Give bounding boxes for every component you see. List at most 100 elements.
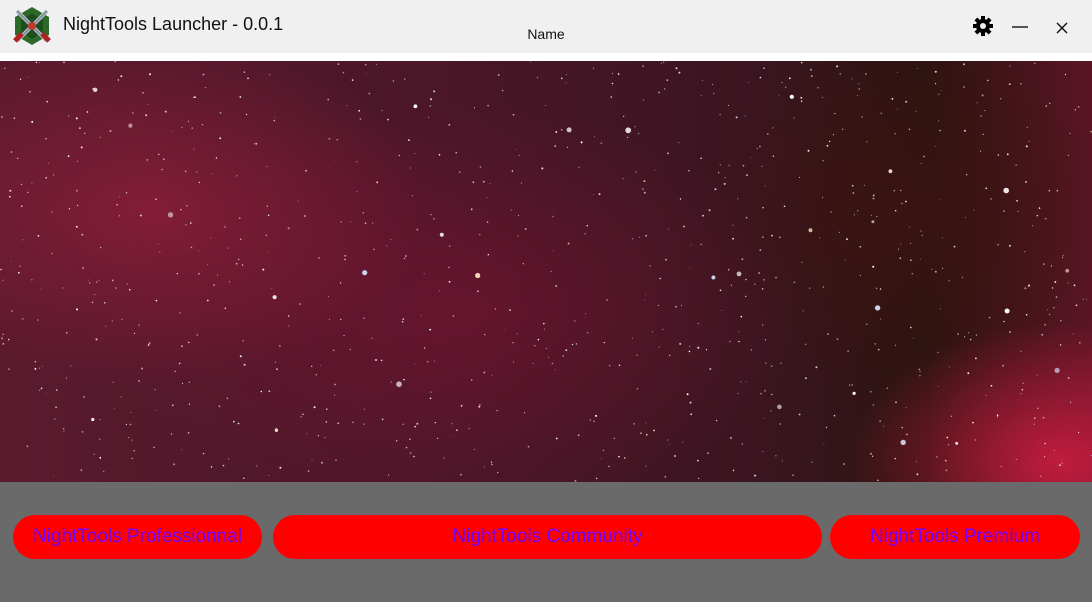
star [894, 133, 896, 135]
star [38, 389, 41, 392]
star [668, 444, 670, 446]
star [436, 437, 439, 440]
star [532, 362, 534, 364]
star [1067, 282, 1069, 284]
star [610, 96, 612, 98]
star [103, 470, 105, 472]
star [975, 357, 977, 360]
star [524, 412, 526, 414]
star [947, 444, 950, 446]
star [554, 145, 556, 147]
star [1, 337, 3, 340]
star [891, 98, 894, 100]
star [267, 214, 270, 217]
star [1020, 83, 1022, 85]
star [859, 274, 862, 277]
star [916, 473, 919, 476]
star [31, 279, 33, 281]
star [185, 224, 187, 226]
star [822, 196, 824, 198]
star [287, 315, 290, 317]
star [1033, 423, 1035, 425]
star [678, 71, 681, 74]
star [698, 477, 700, 479]
star [424, 347, 426, 349]
star [2, 343, 5, 345]
star [834, 112, 836, 115]
star [764, 390, 766, 392]
star [872, 455, 874, 457]
star [1042, 416, 1045, 419]
star [683, 225, 685, 228]
star [886, 387, 888, 389]
star [893, 189, 896, 192]
star [300, 416, 302, 418]
star [243, 477, 245, 480]
star [537, 338, 540, 341]
gear-icon [967, 10, 999, 42]
star [89, 282, 91, 284]
star [700, 243, 702, 246]
star [770, 410, 772, 412]
star [645, 234, 647, 237]
star [545, 347, 547, 349]
star [595, 414, 598, 417]
star [808, 228, 813, 233]
star [1064, 73, 1067, 76]
star [363, 317, 365, 319]
star [513, 361, 514, 363]
star [866, 141, 868, 143]
star [690, 244, 692, 246]
star [429, 328, 432, 331]
star [483, 466, 485, 468]
star [470, 208, 473, 211]
star [402, 318, 405, 320]
star [38, 367, 40, 369]
star [268, 474, 270, 476]
star [750, 349, 752, 351]
star [555, 369, 556, 371]
star [945, 469, 948, 472]
star [212, 173, 214, 174]
star [964, 336, 966, 338]
community-button[interactable]: NightTools Community [273, 515, 822, 559]
star [313, 406, 316, 409]
star [342, 71, 345, 74]
star [19, 78, 22, 80]
star [965, 217, 966, 218]
star [420, 314, 422, 316]
star [2, 333, 4, 335]
premium-button[interactable]: NightTools Premium [830, 515, 1080, 559]
star [552, 250, 554, 252]
star [193, 96, 195, 98]
professional-button[interactable]: NightTools Professionnal [13, 515, 262, 559]
settings-button[interactable] [967, 10, 999, 42]
minimize-button[interactable] [1004, 10, 1036, 42]
star [413, 455, 415, 458]
close-button[interactable] [1046, 10, 1078, 42]
star [414, 364, 416, 365]
star [976, 102, 978, 104]
star [34, 360, 37, 363]
launcher-panel: NightTools Professionnal NightTools Comm… [0, 482, 1092, 602]
star [187, 120, 189, 122]
star [1015, 458, 1017, 460]
star [46, 100, 49, 103]
star [822, 159, 824, 162]
star [184, 170, 187, 173]
star [1016, 199, 1018, 202]
star [178, 362, 181, 365]
star [128, 123, 133, 128]
star [765, 362, 767, 364]
star [997, 416, 998, 418]
star [118, 196, 120, 198]
star [103, 301, 106, 304]
star [188, 341, 190, 344]
star [390, 381, 392, 383]
star [823, 443, 825, 445]
star [430, 214, 432, 216]
star [128, 288, 131, 291]
star [686, 393, 689, 396]
star [95, 338, 98, 341]
star [256, 465, 258, 467]
